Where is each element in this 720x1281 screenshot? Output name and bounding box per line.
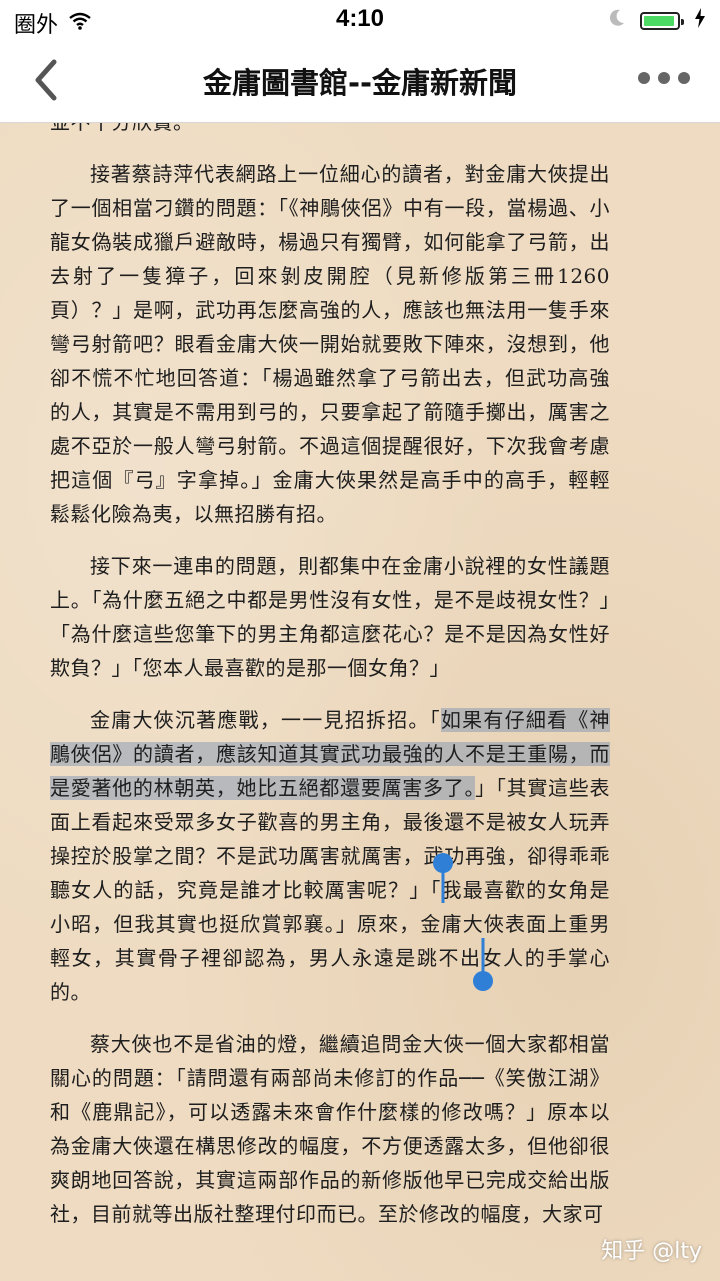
article-content[interactable]: 導的，金庸大俠對於電視、電影將他的作品改編得面目全非，並不十分欣賞。 接著蔡詩萍… — [0, 123, 720, 1281]
page-title: 金庸圖書館--金庸新新聞 — [202, 66, 518, 100]
more-dots-icon — [678, 72, 690, 84]
selection-start-handle[interactable] — [431, 853, 455, 903]
article-page: 導的，金庸大俠對於電視、電影將他的作品改編得面目全非，並不十分欣賞。 接著蔡詩萍… — [50, 123, 611, 1249]
status-right — [608, 8, 706, 34]
battery-tip — [681, 19, 684, 25]
selection-end-handle[interactable] — [471, 938, 495, 993]
article-paragraph: 接著蔡詩萍代表網路上一位細心的讀者，對金庸大俠提出了一個相當刁鑽的問題：「《神鵰… — [50, 162, 610, 526]
charging-icon — [694, 8, 706, 34]
article-paragraph: 蔡大俠也不是省油的燈，繼續追問金大俠一個大家都相當關心的問題：「請問還有兩部尚未… — [50, 1032, 610, 1226]
battery-icon — [640, 12, 684, 30]
article-paragraph: 接下來一連串的問題，則都集中在金庸小說裡的女性議題上。「為什麼五絕之中都是男性沒… — [50, 554, 610, 680]
moon-icon — [608, 8, 626, 34]
nav-bar: 金庸圖書館--金庸新新聞 — [0, 40, 720, 123]
watermark: 知乎 @lty — [601, 1239, 702, 1264]
more-button[interactable] — [638, 72, 690, 84]
more-dots-icon — [638, 72, 650, 84]
paragraph-text: 」「其實這些表面上看起來受眾多女子歡喜的男主角，最後還不是被女人玩弄操控於股掌之… — [50, 776, 611, 1004]
battery-fill — [644, 16, 674, 26]
paragraph-text: 金庸大俠沉著應戰，一一見招拆招。「 — [90, 708, 441, 732]
article-paragraph: 金庸大俠沉著應戰，一一見招拆招。「如果有仔細看《神鵰俠侶》的讀者，應該知道其實武… — [50, 703, 611, 1009]
status-bar: 圈外 4:10 — [0, 0, 720, 40]
more-dots-icon — [658, 72, 670, 84]
article-paragraph: 導的，金庸大俠對於電視、電影將他的作品改編得面目全非，並不十分欣賞。 — [50, 123, 610, 139]
